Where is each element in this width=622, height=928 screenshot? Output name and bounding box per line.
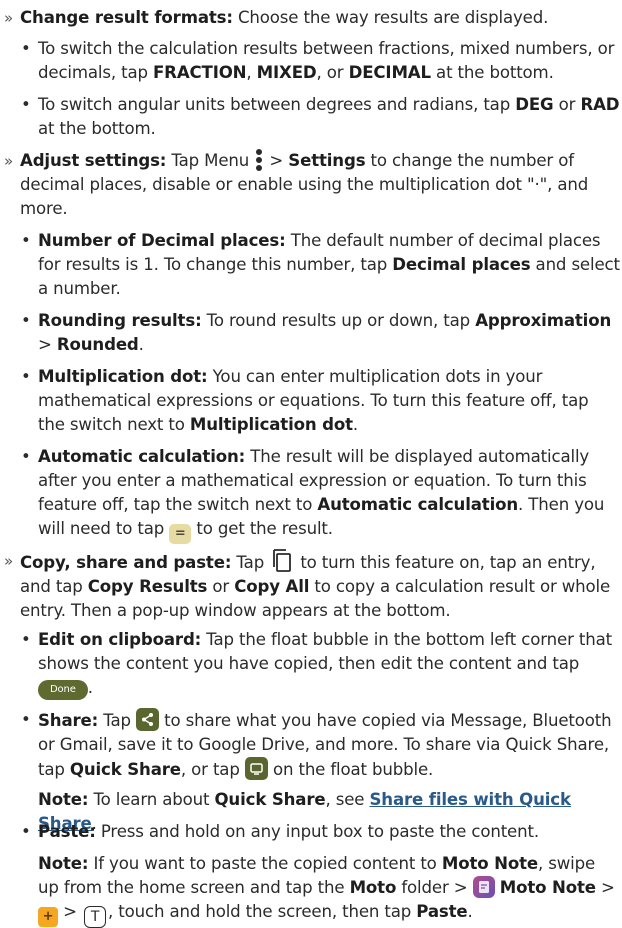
share-icon bbox=[136, 708, 160, 731]
decimal-key: DECIMAL bbox=[348, 63, 431, 82]
format-title: Change result formats: bbox=[20, 8, 233, 27]
copy-title: Copy, share and paste: bbox=[20, 553, 232, 572]
equals-button: = bbox=[169, 524, 192, 544]
edit-bullet: • Edit on clipboard: Tap the float bubbl… bbox=[21, 628, 620, 700]
format-bullet-2: • To switch angular units between degree… bbox=[21, 95, 620, 138]
chevron-icon: » bbox=[4, 9, 14, 27]
decimal-bullet: • Number of Decimal places: The default … bbox=[21, 231, 620, 298]
note-moto-note: Note: If you want to paste the copied co… bbox=[38, 852, 620, 928]
fraction-key: FRACTION bbox=[153, 63, 247, 82]
rad-key: RAD bbox=[580, 95, 620, 114]
format-text: Choose the way results are displayed. bbox=[232, 8, 549, 27]
help-page: » Change result formats: Choose the way … bbox=[0, 0, 622, 928]
settings-key: Settings bbox=[288, 151, 366, 170]
copy-lead: » Copy, share and paste: Tap to turn thi… bbox=[4, 549, 620, 623]
settings-title: Adjust settings: bbox=[20, 151, 167, 170]
text-tool-icon: T bbox=[84, 906, 107, 928]
chevron-icon: » bbox=[4, 552, 14, 570]
done-button: Done bbox=[38, 680, 88, 700]
deg-key: DEG bbox=[515, 95, 554, 114]
share-bullet: • Share: Tap to share what you have copi… bbox=[21, 708, 612, 780]
copy-mode-icon bbox=[273, 549, 292, 572]
menu-dots-icon bbox=[255, 149, 263, 171]
format-lead: » Change result formats: Choose the way … bbox=[4, 6, 620, 30]
plus-button: + bbox=[38, 907, 58, 927]
chevron-icon: » bbox=[4, 152, 14, 170]
paste-bullet: • Paste: Press and hold on any input box… bbox=[21, 822, 539, 841]
rounding-bullet: • Rounding results: To round results up … bbox=[21, 311, 612, 354]
moto-note-app-icon bbox=[472, 876, 495, 898]
settings-lead: » Adjust settings: Tap Menu > Settings t… bbox=[4, 149, 589, 218]
float-bubble-icon bbox=[244, 757, 268, 780]
format-bullet-1: • To switch the calculation results betw… bbox=[21, 39, 615, 82]
mixed-key: MIXED bbox=[256, 63, 317, 82]
auto-bullet: • Automatic calculation: The result will… bbox=[21, 445, 620, 544]
dot-bullet: • Multiplication dot: You can enter mult… bbox=[21, 367, 589, 434]
